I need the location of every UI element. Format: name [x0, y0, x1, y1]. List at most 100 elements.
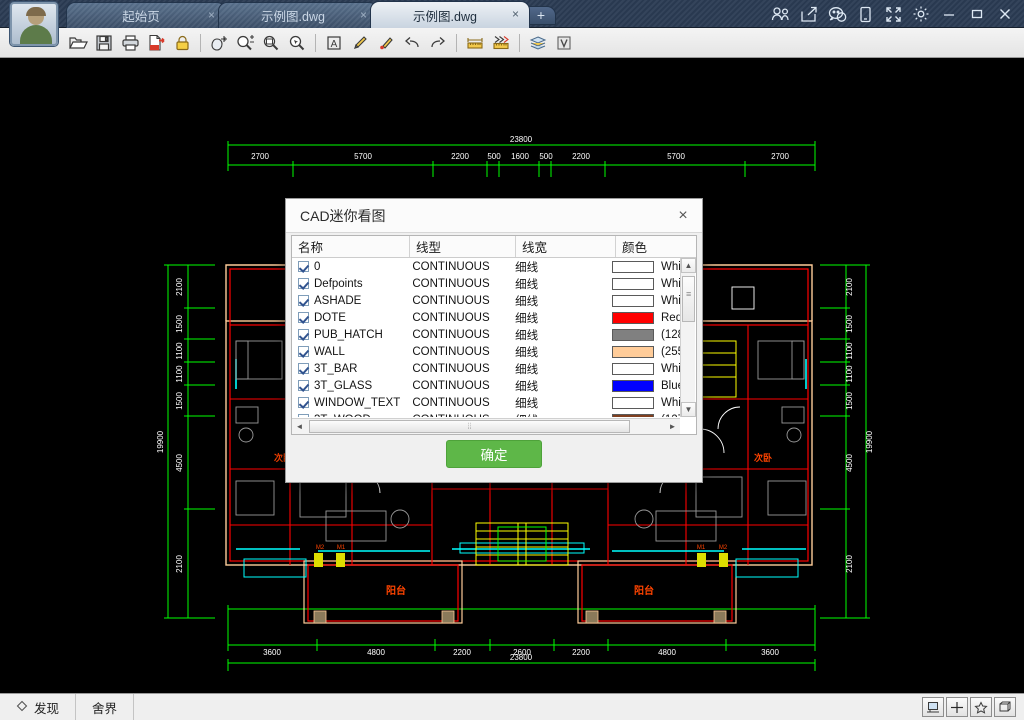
layer-color-label: White	[661, 261, 680, 273]
layer-color-cell[interactable]: (255,12	[606, 343, 680, 360]
layer-color-swatch[interactable]	[612, 414, 654, 418]
table-row[interactable]: 3T_WOODCONTINUOUS细线(127,63	[292, 411, 680, 417]
layer-visible-checkbox[interactable]	[298, 363, 309, 374]
layer-lineweight-cell: 细线	[509, 258, 606, 275]
layer-color-label: (128,12	[661, 329, 680, 341]
share-icon[interactable]	[796, 1, 822, 27]
layer-row-list[interactable]: 0CONTINUOUS细线WhiteDefpointsCONTINUOUS细线W…	[292, 258, 680, 417]
table-row[interactable]: DOTECONTINUOUS细线Red	[292, 309, 680, 326]
layer-visible-checkbox[interactable]	[298, 397, 309, 408]
layer-visible-checkbox[interactable]	[298, 329, 309, 340]
zoom-extents-icon[interactable]	[259, 31, 283, 55]
multi-measure-icon[interactable]	[489, 31, 513, 55]
tab-sample-dwg-1[interactable]: 示例图.dwg ×	[218, 2, 378, 28]
tab-start-page[interactable]: 起始页 ×	[66, 2, 226, 28]
minimize-icon[interactable]	[936, 1, 962, 27]
table-row[interactable]: 3T_GLASSCONTINUOUS细线Blue	[292, 377, 680, 394]
column-header-color[interactable]: 颜色	[616, 236, 690, 257]
undo-icon[interactable]	[400, 31, 424, 55]
layer-color-swatch[interactable]	[612, 346, 654, 358]
maximize-icon[interactable]	[964, 1, 990, 27]
pan-icon[interactable]	[207, 31, 231, 55]
layer-visible-checkbox[interactable]	[298, 278, 309, 289]
save-icon[interactable]	[92, 31, 116, 55]
layer-color-cell[interactable]: (128,12	[606, 326, 680, 343]
tab-label: 示例图.dwg	[371, 6, 503, 25]
scroll-down-button[interactable]: ▼	[681, 402, 696, 417]
mobile-icon[interactable]	[852, 1, 878, 27]
layer-color-cell[interactable]: Red	[606, 309, 680, 326]
layer-color-swatch[interactable]	[612, 380, 654, 392]
layer-color-cell[interactable]: White	[606, 292, 680, 309]
layer-color-cell[interactable]: Blue	[606, 377, 680, 394]
tab-close-icon[interactable]: ×	[512, 7, 519, 21]
users-icon[interactable]	[768, 1, 794, 27]
layer-color-cell[interactable]: White	[606, 394, 680, 411]
table-row[interactable]: ASHADECONTINUOUS细线White	[292, 292, 680, 309]
confirm-button[interactable]: 确定	[446, 440, 542, 468]
table-row[interactable]: DefpointsCONTINUOUS细线White	[292, 275, 680, 292]
model-space-icon[interactable]	[922, 697, 944, 717]
new-tab-button[interactable]: +	[526, 6, 556, 25]
layer-color-cell[interactable]: White	[606, 258, 680, 275]
dialog-close-icon[interactable]: ×	[672, 205, 694, 227]
zoom-window-icon[interactable]	[285, 31, 309, 55]
layer-color-swatch[interactable]	[612, 363, 654, 375]
layer-color-swatch[interactable]	[612, 261, 654, 273]
export-pdf-icon[interactable]	[144, 31, 168, 55]
status-discover-button[interactable]: 发现	[0, 694, 76, 720]
layer-visible-checkbox[interactable]	[298, 312, 309, 323]
column-header-name[interactable]: 名称	[292, 236, 410, 257]
layer-visible-checkbox[interactable]	[298, 414, 309, 417]
layer-color-swatch[interactable]	[612, 278, 654, 290]
table-row[interactable]: 3T_BARCONTINUOUS细线White	[292, 360, 680, 377]
layer-color-cell[interactable]: (127,63	[606, 411, 680, 417]
layer-visible-checkbox[interactable]	[298, 380, 309, 391]
tab-close-icon[interactable]: ×	[208, 8, 215, 22]
print-icon[interactable]	[118, 31, 142, 55]
fullscreen-icon[interactable]	[880, 1, 906, 27]
text-icon[interactable]: A	[322, 31, 346, 55]
favorite-star-icon[interactable]	[970, 697, 992, 717]
open-folder-icon[interactable]	[66, 31, 90, 55]
layer-visible-checkbox[interactable]	[298, 346, 309, 357]
wechat-icon[interactable]	[824, 1, 850, 27]
column-header-linetype[interactable]: 线型	[410, 236, 516, 257]
tab-sample-dwg-2[interactable]: 示例图.dwg ×	[370, 1, 530, 28]
layer-visible-checkbox[interactable]	[298, 295, 309, 306]
lock-icon[interactable]	[170, 31, 194, 55]
brush-icon[interactable]	[374, 31, 398, 55]
close-icon[interactable]	[992, 1, 1018, 27]
zoom-inout-icon[interactable]	[233, 31, 257, 55]
layer-color-cell[interactable]: White	[606, 275, 680, 292]
layer-color-swatch[interactable]	[612, 312, 654, 324]
column-header-lineweight[interactable]: 线宽	[516, 236, 616, 257]
layers-icon[interactable]	[526, 31, 550, 55]
table-row[interactable]: WALLCONTINUOUS细线(255,12	[292, 343, 680, 360]
layer-color-swatch[interactable]	[612, 295, 654, 307]
redo-icon[interactable]	[426, 31, 450, 55]
tab-close-icon[interactable]: ×	[360, 8, 367, 22]
scroll-left-button[interactable]: ◄	[292, 419, 307, 434]
horizontal-scrollbar[interactable]: ◄ ►	[292, 418, 680, 434]
layer-color-swatch[interactable]	[612, 397, 654, 409]
crosshair-icon[interactable]	[946, 697, 968, 717]
horizontal-scroll-thumb[interactable]	[309, 420, 630, 433]
vertical-scrollbar[interactable]: ▲ ▼	[680, 258, 695, 417]
table-row[interactable]: PUB_HATCHCONTINUOUS细线(128,12	[292, 326, 680, 343]
layer-visible-checkbox[interactable]	[298, 261, 309, 272]
view-icon[interactable]	[552, 31, 576, 55]
3d-box-icon[interactable]	[994, 697, 1016, 717]
scroll-right-button[interactable]: ►	[665, 419, 680, 434]
table-row[interactable]: WINDOW_TEXTCONTINUOUS细线White	[292, 394, 680, 411]
table-row[interactable]: 0CONTINUOUS细线White	[292, 258, 680, 275]
vertical-scroll-thumb[interactable]	[682, 276, 695, 322]
gear-icon[interactable]	[908, 1, 934, 27]
scroll-up-button[interactable]: ▲	[681, 258, 696, 273]
layer-color-swatch[interactable]	[612, 329, 654, 341]
measure-icon[interactable]	[463, 31, 487, 55]
layer-color-cell[interactable]: White	[606, 360, 680, 377]
pencil-icon[interactable]	[348, 31, 372, 55]
status-boundary-button[interactable]: 舍界	[76, 694, 134, 720]
app-logo-avatar[interactable]	[10, 2, 58, 46]
